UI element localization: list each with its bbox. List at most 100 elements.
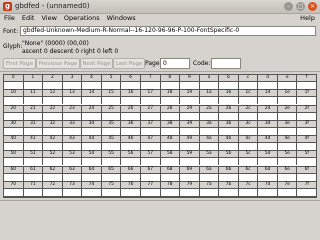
glyph-grid[interactable]: 0 1 2 3 4 5 6 7 8 9 a b c d e f 10 11 12 13 14 15 16 17 18 19 1a 1b… (3, 74, 317, 198)
glyph-cell[interactable] (258, 82, 278, 89)
glyph-cell[interactable] (219, 188, 239, 196)
glyph-cell[interactable] (121, 188, 141, 196)
glyph-cell[interactable] (219, 158, 239, 166)
close-icon[interactable]: ✕ (308, 2, 317, 11)
glyph-cell[interactable] (161, 127, 181, 135)
code-input[interactable] (211, 58, 241, 69)
glyph-cell[interactable] (219, 143, 239, 150)
glyph-cell[interactable] (102, 82, 122, 89)
glyph-cell[interactable] (180, 82, 200, 89)
glyph-cell[interactable] (24, 97, 44, 105)
glyph-cell[interactable] (43, 112, 63, 120)
glyph-cell[interactable] (141, 127, 161, 135)
glyph-cell[interactable] (82, 127, 102, 135)
glyph-cell[interactable] (141, 97, 161, 105)
glyph-cell[interactable] (239, 188, 259, 196)
glyph-cell[interactable] (161, 143, 181, 150)
glyph-cell[interactable] (161, 188, 181, 196)
glyph-cell[interactable] (4, 158, 24, 166)
glyph-cell[interactable] (278, 158, 298, 166)
glyph-cell[interactable] (219, 97, 239, 105)
glyph-cell[interactable] (219, 127, 239, 135)
glyph-cell[interactable] (297, 158, 316, 165)
glyph-cell[interactable] (161, 112, 181, 120)
glyph-cell[interactable] (219, 173, 239, 181)
glyph-cell[interactable] (141, 143, 161, 150)
previous-page-button[interactable]: Previous Page (36, 58, 80, 69)
glyph-cell[interactable] (4, 97, 24, 105)
glyph-cell[interactable] (102, 188, 122, 196)
glyph-cell[interactable] (4, 173, 24, 181)
glyph-cell[interactable] (102, 158, 122, 166)
glyph-cell[interactable] (258, 188, 278, 196)
glyph-cell[interactable] (239, 158, 259, 166)
glyph-cell[interactable] (141, 173, 161, 181)
glyph-cell[interactable] (63, 188, 83, 196)
glyph-cell[interactable] (239, 97, 259, 105)
glyph-cell[interactable] (121, 82, 141, 89)
glyph-cell[interactable] (200, 173, 220, 181)
menu-operations[interactable]: Operations (64, 13, 100, 24)
glyph-cell[interactable] (43, 173, 63, 181)
page-input[interactable]: 0 (160, 58, 190, 69)
glyph-cell[interactable] (161, 82, 181, 89)
glyph-cell[interactable] (200, 127, 220, 135)
glyph-cell[interactable] (278, 112, 298, 120)
glyph-cell[interactable] (258, 143, 278, 150)
glyph-cell[interactable] (121, 97, 141, 105)
glyph-cell[interactable] (297, 82, 316, 89)
glyph-cell[interactable] (63, 97, 83, 105)
glyph-cell[interactable] (102, 97, 122, 105)
menu-file[interactable]: File (4, 13, 15, 24)
glyph-cell[interactable] (180, 143, 200, 150)
glyph-cell[interactable] (161, 97, 181, 105)
glyph-cell[interactable] (43, 97, 63, 105)
glyph-cell[interactable] (200, 97, 220, 105)
glyph-cell[interactable] (278, 127, 298, 135)
glyph-cell[interactable] (43, 82, 63, 89)
glyph-cell[interactable] (24, 112, 44, 120)
glyph-cell[interactable] (219, 112, 239, 120)
glyph-cell[interactable] (297, 128, 316, 135)
glyph-cell[interactable] (239, 173, 259, 181)
glyph-cell[interactable] (43, 127, 63, 135)
glyph-cell[interactable] (4, 112, 24, 120)
glyph-cell[interactable] (200, 82, 220, 89)
glyph-cell[interactable] (258, 112, 278, 120)
glyph-cell[interactable] (63, 158, 83, 166)
glyph-cell[interactable] (4, 143, 24, 150)
glyph-cell[interactable] (297, 143, 316, 150)
glyph-cell[interactable] (4, 188, 24, 196)
glyph-cell[interactable] (141, 112, 161, 120)
glyph-cell[interactable] (161, 173, 181, 181)
glyph-cell[interactable] (24, 188, 44, 196)
glyph-cell[interactable] (297, 189, 316, 196)
glyph-cell[interactable] (4, 82, 24, 89)
glyph-cell[interactable] (180, 112, 200, 120)
glyph-cell[interactable] (258, 127, 278, 135)
glyph-cell[interactable] (200, 158, 220, 166)
glyph-cell[interactable] (121, 127, 141, 135)
glyph-cell[interactable] (82, 112, 102, 120)
glyph-cell[interactable] (102, 112, 122, 120)
glyph-cell[interactable] (180, 97, 200, 105)
glyph-cell[interactable] (180, 173, 200, 181)
glyph-cell[interactable] (63, 173, 83, 181)
glyph-cell[interactable] (141, 158, 161, 166)
glyph-cell[interactable] (239, 112, 259, 120)
glyph-cell[interactable] (82, 82, 102, 89)
glyph-cell[interactable] (82, 173, 102, 181)
glyph-cell[interactable] (141, 82, 161, 89)
glyph-cell[interactable] (63, 82, 83, 89)
glyph-cell[interactable] (121, 158, 141, 166)
glyph-cell[interactable] (297, 113, 316, 120)
glyph-cell[interactable] (43, 188, 63, 196)
glyph-cell[interactable] (297, 97, 316, 104)
glyph-cell[interactable] (102, 143, 122, 150)
glyph-cell[interactable] (258, 158, 278, 166)
menu-windows[interactable]: Windows (107, 13, 136, 24)
glyph-cell[interactable] (24, 158, 44, 166)
glyph-cell[interactable] (161, 158, 181, 166)
glyph-cell[interactable] (4, 127, 24, 135)
glyph-cell[interactable] (24, 82, 44, 89)
